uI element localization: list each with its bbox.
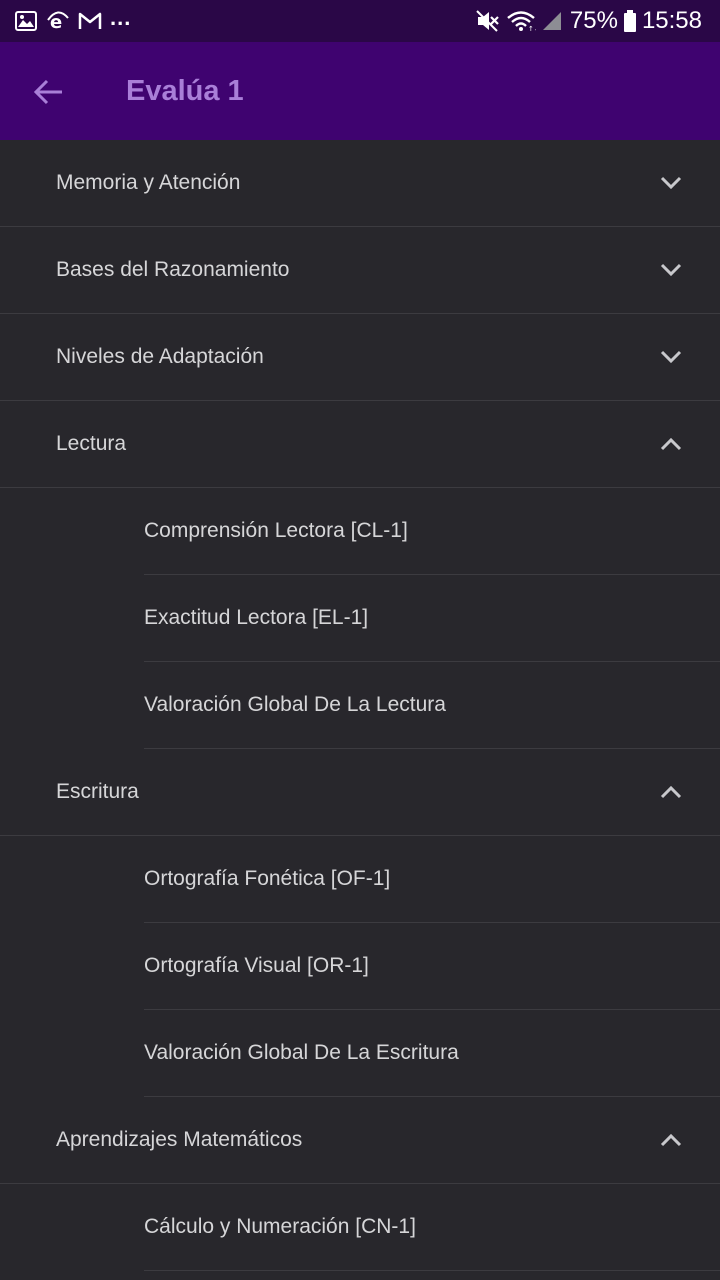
section-bases-razonamiento[interactable]: Bases del Razonamiento [0, 227, 720, 314]
section-lectura[interactable]: Lectura [0, 401, 720, 488]
battery-icon [623, 10, 636, 32]
back-button[interactable] [30, 76, 66, 108]
arrow-left-icon [33, 79, 62, 105]
ie-icon: e [46, 9, 70, 33]
chevron-up-icon [658, 780, 684, 804]
subitem-calculo-numeracion[interactable]: Cálculo y Numeración [CN-1] [144, 1184, 720, 1271]
chevron-down-icon [658, 345, 684, 369]
svg-text:↑↓: ↑↓ [528, 25, 536, 32]
subitem-ortografia-visual[interactable]: Ortografía Visual [OR-1] [144, 923, 720, 1010]
section-label: Aprendizajes Matemáticos [56, 1128, 303, 1151]
section-label: Bases del Razonamiento [56, 258, 290, 281]
clock: 15:58 [641, 7, 702, 34]
app-bar: Evalúa 1 [0, 42, 720, 140]
system-icons: ↑↓ 75% 15:58 [470, 0, 702, 42]
battery-percent: 75% [569, 7, 618, 34]
subitem-valoracion-escritura[interactable]: Valoración Global De La Escritura [144, 1010, 720, 1097]
section-memoria-atencion[interactable]: Memoria y Atención [0, 140, 720, 227]
category-list: Memoria y Atención Bases del Razonamient… [0, 140, 720, 1271]
section-niveles-adaptacion[interactable]: Niveles de Adaptación [0, 314, 720, 401]
section-escritura[interactable]: Escritura [0, 749, 720, 836]
section-aprendizajes-matematicos[interactable]: Aprendizajes Matemáticos [0, 1097, 720, 1184]
subitem-label: Valoración Global De La Lectura [144, 693, 446, 716]
more-notifications: ... [110, 5, 132, 30]
section-label: Memoria y Atención [56, 171, 241, 194]
chevron-down-icon [658, 258, 684, 282]
subitem-exactitud-lectora[interactable]: Exactitud Lectora [EL-1] [144, 575, 720, 662]
status-bar: e ... ↑↓ [0, 0, 720, 42]
subitem-label: Valoración Global De La Escritura [144, 1041, 459, 1064]
section-label: Lectura [56, 432, 127, 455]
chevron-up-icon [658, 432, 684, 456]
subitem-label: Comprensión Lectora [CL-1] [144, 519, 408, 542]
subitem-ortografia-fonetica[interactable]: Ortografía Fonética [OF-1] [144, 836, 720, 923]
notification-icons: e ... [14, 0, 131, 42]
subitem-label: Exactitud Lectora [EL-1] [144, 606, 369, 629]
subitem-label: Cálculo y Numeración [CN-1] [144, 1215, 416, 1238]
subitem-comprension-lectora[interactable]: Comprensión Lectora [CL-1] [144, 488, 720, 575]
gallery-icon [14, 9, 38, 33]
page-title: Evalúa 1 [126, 75, 244, 107]
subitem-label: Ortografía Visual [OR-1] [144, 954, 369, 977]
chevron-down-icon [658, 171, 684, 195]
section-label: Niveles de Adaptación [56, 345, 264, 368]
wifi-icon: ↑↓ [506, 10, 536, 32]
mute-icon [476, 10, 500, 32]
signal-icon [542, 11, 562, 31]
gmail-icon [78, 9, 102, 33]
chevron-up-icon [658, 1128, 684, 1152]
section-label: Escritura [56, 780, 139, 803]
subitem-label: Ortografía Fonética [OF-1] [144, 867, 391, 890]
subitem-valoracion-lectura[interactable]: Valoración Global De La Lectura [144, 662, 720, 749]
